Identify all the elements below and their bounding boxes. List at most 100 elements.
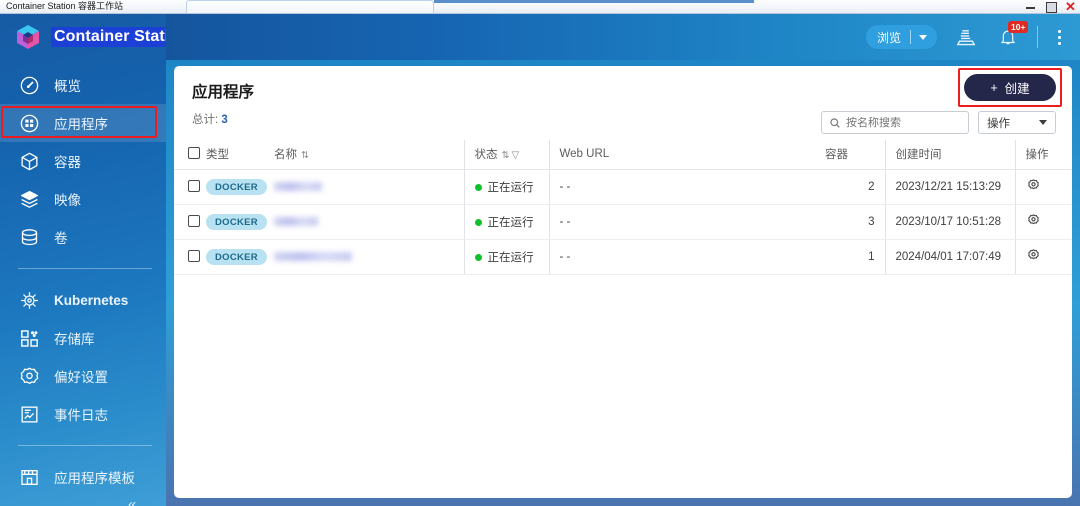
sidebar-nav: 概览 应用程序 容器 映像 卷 Kubernetes 存储库 偏好设置 事件日志… <box>0 60 166 496</box>
action-dropdown-label: 操作 <box>987 117 1010 130</box>
maximize-icon[interactable] <box>1045 1 1057 13</box>
cell-type: DOCKER <box>206 239 274 275</box>
search-input[interactable] <box>846 116 962 129</box>
brand: Container Station <box>0 14 166 60</box>
chevron-down-icon[interactable] <box>919 34 927 40</box>
close-icon[interactable]: ✕ <box>1065 0 1076 13</box>
notification-badge: 10+ <box>1008 21 1029 33</box>
column-name[interactable]: 名称 ⇅ <box>274 140 464 170</box>
filter-icon[interactable]: ▽ <box>511 150 519 161</box>
bell-icon[interactable]: 10+ <box>995 21 1029 50</box>
sidebar-item-label: 容器 <box>54 155 81 170</box>
print-icon[interactable] <box>953 24 979 50</box>
total-value: 3 <box>221 114 228 126</box>
event-log-icon <box>18 403 40 425</box>
redacted-name <box>274 252 352 262</box>
table-body: DOCKER 正在运行 - - 2 2023/12/21 15:13:29 DO… <box>174 169 1072 275</box>
sidebar-item-applications[interactable]: 应用程序 <box>0 104 166 142</box>
cell-type: DOCKER <box>206 169 274 205</box>
window-titlebar: Container Station 容器工作站 ✕ <box>0 0 1080 14</box>
titlebar-accent-line <box>434 0 754 3</box>
helm-wheel-icon <box>18 289 40 311</box>
app-window: Container Station 容器工作站 ✕ Container Stat… <box>0 0 1080 506</box>
status-label: 正在运行 <box>487 217 534 229</box>
cell-actions <box>1014 239 1072 275</box>
sidebar-item-event-log[interactable]: 事件日志 <box>0 395 166 433</box>
row-select-cell <box>174 169 206 205</box>
table-row[interactable]: DOCKER 正在运行 - - 2 2023/12/21 15:13:29 <box>174 169 1072 205</box>
table-row[interactable]: DOCKER 正在运行 - - 3 2023/10/17 10:51:28 <box>174 204 1072 240</box>
sidebar-item-label: 事件日志 <box>54 408 108 423</box>
cell-name <box>274 169 464 205</box>
row-checkbox[interactable] <box>188 249 200 262</box>
sidebar-item-containers[interactable]: 容器 <box>0 142 166 180</box>
sidebar-item-app-templates[interactable]: 应用程序模板 <box>0 458 166 496</box>
status-label: 正在运行 <box>487 182 534 194</box>
panel-header: 应用程序 总计: 3 + 创建 按名称搜索 操作 <box>174 66 1072 134</box>
gear-icon[interactable] <box>1026 178 1041 196</box>
sidebar-item-overview[interactable]: 概览 <box>0 66 166 104</box>
sidebar-item-kubernetes[interactable]: Kubernetes <box>0 281 166 319</box>
select-all-checkbox[interactable] <box>188 146 200 159</box>
sort-icon[interactable]: ⇅ <box>301 150 309 161</box>
status-dot-icon <box>474 184 482 192</box>
window-title: Container Station 容器工作站 <box>6 1 124 11</box>
column-created: 创建时间 <box>884 140 1015 170</box>
select-all-header <box>174 140 206 170</box>
sort-icon[interactable]: ⇅ <box>502 150 510 161</box>
cell-name <box>274 204 464 240</box>
cell-weburl: - - <box>548 204 825 240</box>
sidebar-collapse-button[interactable]: « <box>128 496 136 506</box>
column-status[interactable]: 状态 ⇅ ▽ <box>463 140 549 170</box>
sidebar-item-preferences[interactable]: 偏好设置 <box>0 357 166 395</box>
column-status-label: 状态 <box>474 149 498 161</box>
sidebar-divider-1 <box>18 268 152 269</box>
sidebar-item-repository[interactable]: 存储库 <box>0 319 166 357</box>
cube-icon <box>18 150 40 172</box>
gauge-icon <box>18 74 40 96</box>
sidebar-divider-2 <box>18 445 152 446</box>
row-checkbox[interactable] <box>188 214 200 227</box>
cell-containers: 1 <box>825 239 885 275</box>
layers-icon <box>18 188 40 210</box>
search-icon <box>829 117 841 129</box>
table-row[interactable]: DOCKER 正在运行 - - 1 2024/04/01 17:07:49 <box>174 239 1072 275</box>
create-button-label: 创建 <box>1004 82 1030 96</box>
sidebar-item-volumes[interactable]: 卷 <box>0 218 166 256</box>
sidebar-item-label: 偏好设置 <box>54 370 108 385</box>
repository-icon <box>18 327 40 349</box>
status-dot-icon <box>474 254 482 262</box>
type-badge: DOCKER <box>206 214 267 230</box>
gear-cog-icon <box>18 365 40 387</box>
sidebar-item-label: 存储库 <box>54 332 95 347</box>
action-dropdown[interactable]: 操作 <box>978 111 1056 134</box>
cell-status: 正在运行 <box>463 239 549 275</box>
browse-button[interactable]: 浏览 <box>865 25 937 49</box>
gear-icon[interactable] <box>1026 213 1041 231</box>
applications-panel: 应用程序 总计: 3 + 创建 按名称搜索 操作 类型 名称 ⇅ 状态 ⇅ ▽ … <box>174 66 1072 498</box>
container-station-logo <box>14 23 42 51</box>
search-box[interactable] <box>821 111 969 134</box>
column-weburl: Web URL <box>548 140 825 170</box>
content-area: 应用程序 总计: 3 + 创建 按名称搜索 操作 类型 名称 ⇅ 状态 ⇅ ▽ … <box>166 60 1080 506</box>
apps-grid-icon <box>18 112 40 134</box>
cell-actions <box>1014 204 1072 240</box>
row-checkbox[interactable] <box>188 179 200 192</box>
sidebar-item-label: 应用程序模板 <box>54 471 135 486</box>
sidebar-item-images[interactable]: 映像 <box>0 180 166 218</box>
column-containers: 容器 <box>825 140 885 170</box>
total-label: 总计: <box>192 114 219 126</box>
sidebar-item-label: 映像 <box>54 193 81 208</box>
topbar: 浏览 10+ <box>166 14 1080 60</box>
minimize-icon[interactable] <box>1025 1 1036 12</box>
cell-created: 2023/12/21 15:13:29 <box>884 169 1015 205</box>
topbar-divider <box>1037 26 1038 48</box>
column-name-label: 名称 <box>274 149 297 161</box>
window-controls: ✕ <box>1025 0 1076 13</box>
gear-icon[interactable] <box>1026 248 1041 266</box>
more-vertical-icon[interactable] <box>1050 25 1068 49</box>
browse-button-label: 浏览 <box>876 30 901 45</box>
create-button[interactable]: + 创建 <box>964 74 1056 101</box>
table-header-row: 类型 名称 ⇅ 状态 ⇅ ▽ Web URL 容器 创建时间 操作 <box>174 140 1072 170</box>
brand-title: Container Station <box>51 27 166 47</box>
